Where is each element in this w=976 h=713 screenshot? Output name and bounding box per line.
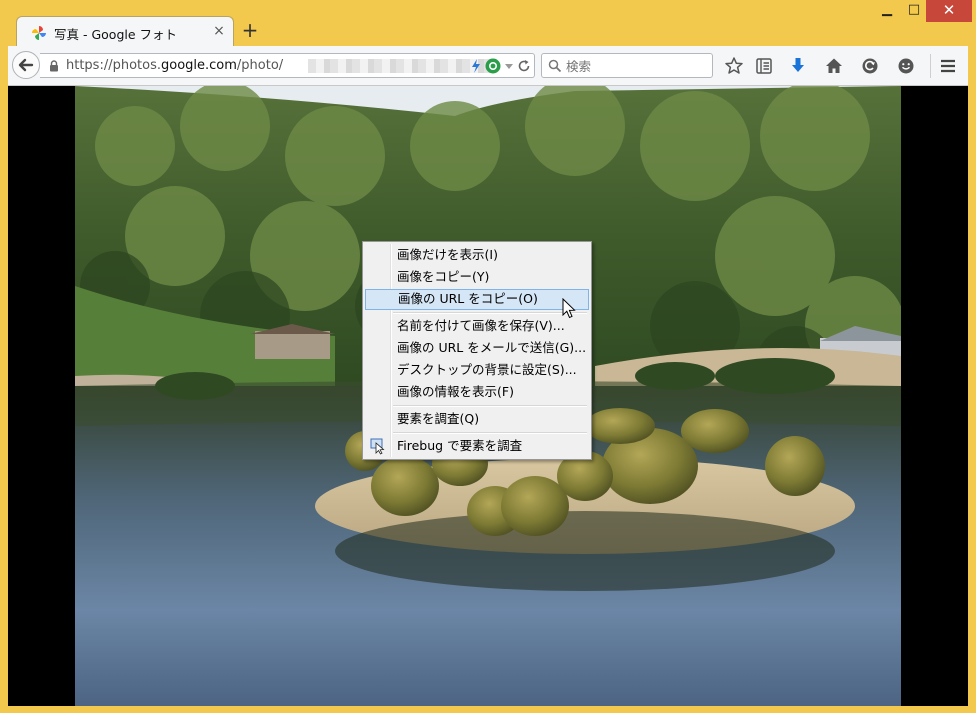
menu-item-label: Firebug で要素を調査: [397, 438, 523, 453]
menu-item-view-image-info[interactable]: 画像の情報を表示(F): [365, 382, 589, 403]
browser-window: 写真 - Google フォト × + ▁ □ ✕ https://photos…: [0, 0, 976, 713]
menu-item-label: 名前を付けて画像を保存(V)...: [397, 318, 565, 333]
tab-close-button[interactable]: ×: [211, 22, 227, 40]
menu-item-email-image-url[interactable]: 画像の URL をメールで送信(G)...: [365, 338, 589, 359]
navigation-toolbar: https://photos.google.com/photo/: [8, 46, 968, 86]
back-button[interactable]: [12, 51, 40, 79]
menu-item-firebug-inspect[interactable]: Firebug で要素を調査: [365, 436, 589, 457]
url-text: https://photos.google.com/photo/: [66, 58, 283, 73]
reload-icon[interactable]: [516, 58, 532, 74]
mouse-cursor-icon: [562, 298, 576, 319]
search-bar[interactable]: [541, 53, 713, 78]
new-tab-button[interactable]: +: [239, 19, 261, 41]
menu-item-label: 画像の URL をメールで送信(G)...: [397, 340, 587, 355]
history-icon[interactable]: [860, 56, 880, 76]
minimize-button[interactable]: ▁: [874, 0, 900, 22]
menu-item-label: デスクトップの背景に設定(S)...: [397, 362, 577, 377]
home-icon[interactable]: [824, 56, 844, 76]
search-icon: [548, 59, 562, 73]
dropdown-arrow-icon[interactable]: [501, 58, 517, 74]
lock-icon: [50, 60, 58, 72]
back-arrow-icon: [18, 58, 34, 72]
firebug-inspect-icon: [370, 438, 385, 455]
search-input[interactable]: [564, 57, 708, 76]
hamburger-menu-icon[interactable]: [938, 56, 958, 76]
maximize-button[interactable]: □: [902, 0, 926, 22]
context-menu: 画像だけを表示(I) 画像をコピー(Y) 画像の URL をコピー(O) 名前を…: [362, 241, 592, 460]
menu-item-save-image[interactable]: 名前を付けて画像を保存(V)...: [365, 316, 589, 337]
menu-item-label: 要素を調査(Q): [397, 411, 480, 426]
google-photos-favicon-icon: [32, 26, 46, 40]
menu-item-set-desktop-background[interactable]: デスクトップの背景に設定(S)...: [365, 360, 589, 381]
menu-item-copy-image-url[interactable]: 画像の URL をコピー(O): [365, 289, 589, 310]
title-bar: 写真 - Google フォト × + ▁ □ ✕: [0, 0, 976, 48]
smiley-icon[interactable]: [896, 56, 916, 76]
url-path: /photo/: [236, 58, 284, 73]
tab-google-photos[interactable]: 写真 - Google フォト ×: [16, 16, 234, 48]
close-window-button[interactable]: ✕: [926, 0, 972, 22]
tab-title: 写真 - Google フォト: [54, 27, 178, 42]
star-icon[interactable]: [724, 56, 744, 76]
menu-separator: [393, 312, 587, 314]
menu-separator: [393, 432, 587, 434]
download-icon[interactable]: [788, 56, 808, 76]
lightning-icon[interactable]: [468, 58, 484, 74]
toolbar-separator: [930, 54, 931, 78]
menu-item-label: 画像の URL をコピー(O): [398, 291, 538, 306]
green-shield-icon[interactable]: [485, 58, 501, 74]
reading-list-icon[interactable]: [754, 56, 774, 76]
menu-item-label: 画像をコピー(Y): [397, 269, 490, 284]
url-domain: google.com: [161, 58, 237, 73]
menu-item-label: 画像の情報を表示(F): [397, 384, 514, 399]
menu-item-label: 画像だけを表示(I): [397, 247, 498, 262]
url-prefix: https://photos.: [66, 58, 161, 73]
menu-item-inspect-element[interactable]: 要素を調査(Q): [365, 409, 589, 430]
menu-item-copy-image[interactable]: 画像をコピー(Y): [365, 267, 589, 288]
url-bar[interactable]: https://photos.google.com/photo/: [40, 53, 535, 78]
menu-item-view-image[interactable]: 画像だけを表示(I): [365, 245, 589, 266]
menu-separator: [393, 405, 587, 407]
